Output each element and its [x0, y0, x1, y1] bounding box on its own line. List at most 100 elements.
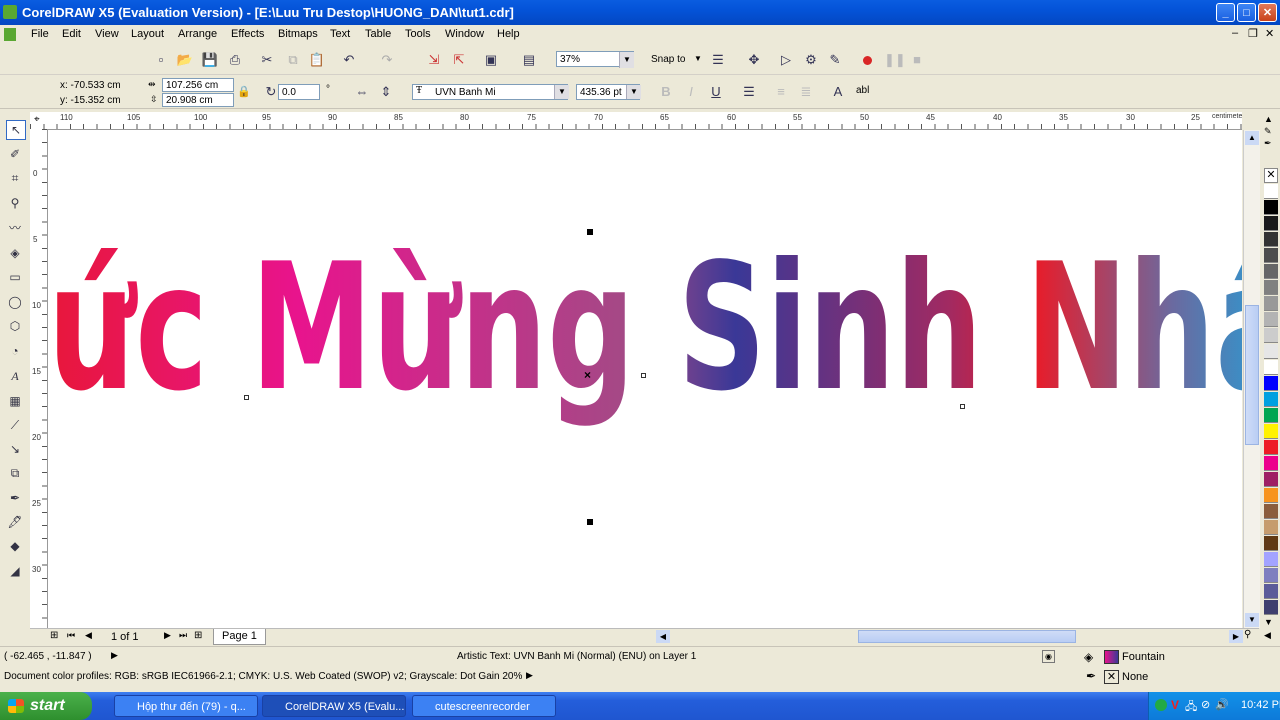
zoom-chevron-down-icon[interactable]: ▼	[619, 52, 634, 68]
color-swatch[interactable]	[1264, 312, 1278, 327]
last-page-icon[interactable]: ⏭	[179, 630, 187, 641]
save-icon[interactable]: 💾	[201, 51, 219, 69]
color-swatch[interactable]	[1264, 536, 1278, 551]
color-swatch[interactable]	[1264, 248, 1278, 263]
document-icon[interactable]	[4, 28, 16, 41]
shape-tool-icon[interactable]: ✐	[6, 145, 24, 163]
welcome-screen-icon[interactable]: ✥	[745, 51, 763, 69]
basic-shapes-icon[interactable]: ◔	[6, 342, 24, 360]
y-position-field[interactable]: y: -15.352 cm	[60, 95, 121, 106]
interactive-fill-icon[interactable]: ◢	[6, 562, 24, 580]
vertical-ruler[interactable]: 0 5 10 15 20 25 30	[30, 129, 48, 629]
vertical-scroll-thumb[interactable]	[1245, 305, 1259, 445]
navigator-icon[interactable]: ⚲	[1244, 629, 1251, 640]
color-profiles[interactable]: Document color profiles: RGB: sRGB IEC61…	[4, 671, 522, 682]
lock-ratio-icon[interactable]: 🔒	[235, 83, 253, 101]
text-tool-icon[interactable]: A	[6, 367, 24, 385]
node-marker[interactable]	[244, 395, 249, 400]
menu-arrange[interactable]: Arrange	[178, 28, 217, 40]
color-swatch[interactable]	[1264, 440, 1278, 455]
mirror-horizontal-icon[interactable]: ⇔	[353, 83, 371, 101]
color-swatch[interactable]	[1264, 456, 1278, 471]
snap-to-label[interactable]: Snap to	[651, 54, 685, 65]
vertical-scrollbar[interactable]: ▲ ▼	[1243, 130, 1260, 628]
menu-file[interactable]: File	[31, 28, 49, 40]
task-screen-recorder[interactable]: cutescreenrecorder	[412, 695, 556, 717]
crop-tool-icon[interactable]: ⌗	[6, 169, 24, 187]
pick-edit-icon[interactable]: ✎	[826, 51, 844, 69]
underline-icon[interactable]: U	[707, 83, 725, 101]
task-coreldraw[interactable]: CorelDRAW X5 (Evalu...	[262, 695, 406, 717]
table-tool-icon[interactable]: ▦	[6, 392, 24, 410]
fill-bucket-icon[interactable]: ◈	[1084, 650, 1093, 664]
menu-help[interactable]: Help	[497, 28, 520, 40]
center-marker-icon[interactable]: ×	[584, 368, 591, 382]
color-swatch[interactable]	[1264, 472, 1278, 487]
snap-chevron-down-icon[interactable]: ▼	[694, 54, 702, 63]
menu-layout[interactable]: Layout	[131, 28, 164, 40]
bold-icon[interactable]: B	[657, 83, 675, 101]
dimension-tool-icon[interactable]: ⟋	[6, 416, 24, 434]
application-launcher-icon[interactable]: ▣	[482, 51, 500, 69]
new-icon[interactable]: ▫	[152, 51, 170, 69]
text-orientation-icon[interactable]: abl	[856, 85, 869, 96]
color-swatch[interactable]	[1264, 408, 1278, 423]
color-swatch[interactable]	[1264, 376, 1278, 391]
color-swatch[interactable]	[1264, 552, 1278, 567]
palette-menu-icon[interactable]: ✎	[1264, 126, 1272, 137]
scroll-down-icon[interactable]: ▼	[1245, 613, 1259, 627]
next-page-icon[interactable]: ▶	[164, 630, 171, 641]
align-icon[interactable]: ☰	[740, 83, 758, 101]
task-mail[interactable]: Hộp thư đến (79) - q...	[114, 695, 258, 717]
palette-scroll-down-icon[interactable]: ▼	[1264, 617, 1273, 627]
color-swatch[interactable]	[1264, 568, 1278, 583]
smart-fill-icon[interactable]: ◈	[6, 244, 24, 262]
stop-icon[interactable]: ■	[908, 51, 926, 69]
undo-icon[interactable]: ↶	[340, 51, 358, 69]
node-marker[interactable]	[641, 373, 646, 378]
fill-tool-icon[interactable]: ◆	[6, 537, 24, 555]
clock[interactable]: 10:42 PM	[1241, 699, 1280, 711]
color-swatch[interactable]	[1264, 504, 1278, 519]
play-icon[interactable]: ▶	[111, 650, 118, 661]
color-swatch[interactable]	[1264, 392, 1278, 407]
rotation-field[interactable]: 0.0	[278, 84, 320, 100]
color-swatch[interactable]	[1264, 328, 1278, 343]
snap-toggle-icon[interactable]: ◉	[1042, 650, 1055, 663]
color-swatch[interactable]	[1264, 280, 1278, 295]
color-swatch[interactable]	[1264, 264, 1278, 279]
scroll-left-icon[interactable]: ◀	[656, 630, 670, 643]
x-position-field[interactable]: x: -70.533 cm	[60, 80, 121, 91]
color-swatch[interactable]	[1264, 184, 1278, 199]
polygon-tool-icon[interactable]: ⬡	[6, 317, 24, 335]
menu-text[interactable]: Text	[330, 28, 350, 40]
color-swatch[interactable]	[1264, 216, 1278, 231]
drop-cap-icon[interactable]: ≣	[797, 83, 815, 101]
color-swatch[interactable]	[1264, 360, 1278, 375]
doc-minimize-icon[interactable]: –	[1232, 27, 1238, 39]
add-page-before-icon[interactable]: ⊞	[50, 630, 58, 641]
record-icon[interactable]	[863, 56, 872, 65]
import-icon[interactable]: ⇲	[425, 51, 443, 69]
menu-view[interactable]: View	[95, 28, 119, 40]
security-icon[interactable]	[1155, 699, 1167, 711]
font-chevron-down-icon[interactable]: ▼	[554, 85, 569, 99]
color-swatch[interactable]	[1264, 232, 1278, 247]
italic-icon[interactable]: I	[682, 83, 700, 101]
app-icon[interactable]	[3, 5, 17, 19]
page-tab[interactable]: Page 1	[213, 629, 266, 645]
no-color-swatch[interactable]: ✕	[1264, 168, 1278, 183]
drawing-canvas[interactable]: ức Mừng Sinh Nhậ ×	[48, 130, 1242, 628]
color-swatch[interactable]	[1264, 200, 1278, 215]
previous-page-icon[interactable]: ◀	[85, 630, 92, 641]
color-swatch[interactable]	[1264, 296, 1278, 311]
play-icon[interactable]: ▷	[777, 51, 795, 69]
scroll-up-icon[interactable]: ▲	[1245, 131, 1259, 145]
open-icon[interactable]: 📂	[176, 51, 194, 69]
first-page-icon[interactable]: ⏮	[67, 630, 75, 641]
paste-icon[interactable]: 📋	[308, 51, 326, 69]
bullets-icon[interactable]: ≡	[772, 83, 790, 101]
font-size-chevron-down-icon[interactable]: ▼	[626, 85, 641, 99]
selection-handle[interactable]	[587, 519, 593, 525]
horizontal-ruler[interactable]: ⌖ 110 105 100 95 90 85 80 75 70 65 60 55…	[30, 112, 1242, 130]
